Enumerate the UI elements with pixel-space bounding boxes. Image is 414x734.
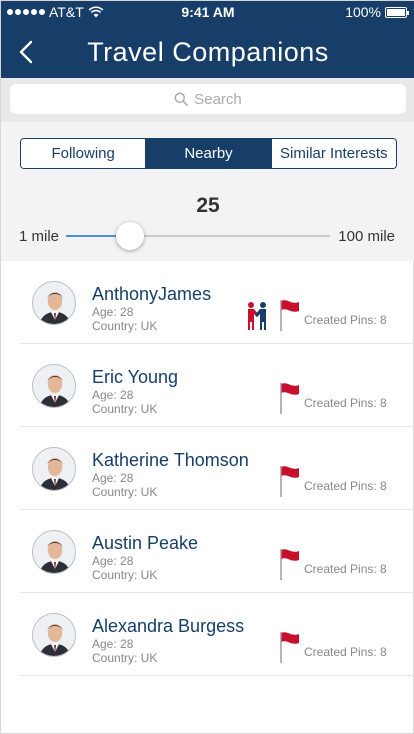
person-name: Alexandra Burgess — [92, 616, 245, 636]
person-name: AnthonyJames — [92, 284, 212, 304]
flag-icon — [280, 383, 299, 414]
segmented-control: Following Nearby Similar Interests — [20, 138, 397, 169]
list-item[interactable]: Austin Peake Age: 28 Country: UK Created… — [20, 510, 414, 593]
distance-max-label: 100 mile — [338, 228, 395, 245]
distance-min-label: 1 mile — [19, 228, 60, 245]
search-bar-container: Search — [1, 78, 414, 122]
person-country: Country: UK — [92, 568, 158, 582]
list-item[interactable]: Eric Young Age: 28 Country: UK Created P… — [20, 344, 414, 427]
list-item[interactable]: AnthonyJames Age: 28 Country: UK Created… — [20, 261, 414, 344]
slider-thumb[interactable] — [116, 222, 144, 250]
person-name: Austin Peake — [92, 533, 199, 553]
distance-slider[interactable] — [66, 235, 330, 237]
flag-icon — [280, 549, 299, 580]
avatar — [32, 364, 76, 408]
distance-slider-container: 25 1 mile 100 mile — [1, 184, 414, 261]
created-pins: Created Pins: 8 — [304, 396, 387, 410]
page-title: Travel Companions — [87, 37, 329, 67]
person-age: Age: 28 — [92, 388, 134, 402]
search-input[interactable]: Search — [10, 84, 406, 114]
list-item[interactable]: Alexandra Burgess Age: 28 Country: UK Cr… — [20, 593, 414, 676]
battery-percent: 100% — [345, 4, 381, 20]
created-pins: Created Pins: 8 — [304, 645, 387, 659]
tab-following[interactable]: Following — [21, 139, 147, 168]
created-pins: Created Pins: 8 — [304, 562, 387, 576]
status-right: 100% — [345, 4, 409, 20]
app-screen: AT&T 9:41 AM 100% Travel Companions Sear… — [0, 0, 414, 734]
person-name: Katherine Thomson — [92, 450, 249, 470]
battery-icon — [385, 6, 409, 18]
list-item[interactable]: Katherine Thomson Age: 28 Country: UK Cr… — [20, 427, 414, 510]
person-age: Age: 28 — [92, 305, 134, 319]
filter-tabs-container: Following Nearby Similar Interests — [1, 122, 414, 184]
flag-icon — [280, 300, 299, 331]
person-country: Country: UK — [92, 402, 158, 416]
handshake-icon — [248, 302, 266, 330]
flag-icon — [280, 632, 299, 663]
person-country: Country: UK — [92, 651, 158, 665]
person-country: Country: UK — [92, 319, 158, 333]
person-age: Age: 28 — [92, 554, 134, 568]
person-age: Age: 28 — [92, 637, 134, 651]
created-pins: Created Pins: 8 — [304, 479, 387, 493]
created-pins: Created Pins: 8 — [304, 313, 387, 327]
avatar — [32, 530, 76, 574]
flag-icon — [280, 466, 299, 497]
person-age: Age: 28 — [92, 471, 134, 485]
person-country: Country: UK — [92, 485, 158, 499]
avatar — [32, 613, 76, 657]
avatar — [32, 447, 76, 491]
status-bar: AT&T 9:41 AM 100% — [1, 4, 414, 22]
navigation-bar: AT&T 9:41 AM 100% Travel Companions — [1, 1, 414, 78]
search-placeholder: Search — [194, 90, 242, 108]
distance-value: 25 — [196, 194, 220, 217]
tab-similar-interests[interactable]: Similar Interests — [271, 139, 396, 168]
person-name: Eric Young — [92, 367, 179, 387]
search-icon — [174, 92, 189, 106]
tab-nearby[interactable]: Nearby — [146, 139, 272, 168]
avatar — [32, 281, 76, 325]
companion-list: AnthonyJames Age: 28 Country: UK Created… — [1, 261, 414, 676]
